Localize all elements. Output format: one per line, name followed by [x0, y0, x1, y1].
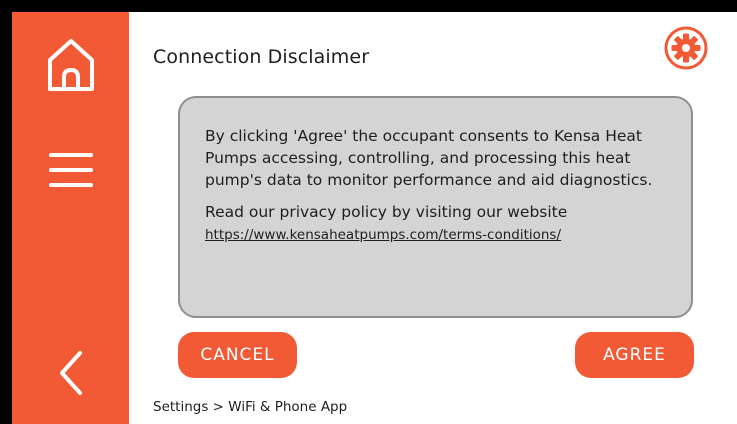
agree-button[interactable]: AGREE [575, 332, 694, 378]
gear-icon [664, 26, 708, 70]
menu-button[interactable] [12, 140, 129, 200]
screen: Connection Disclaimer By clicking 'Agree… [12, 12, 737, 424]
cancel-button[interactable]: CANCEL [178, 332, 297, 378]
menu-icon [48, 153, 93, 187]
back-button[interactable] [12, 342, 129, 404]
sidebar [12, 12, 129, 424]
back-icon [59, 351, 82, 395]
terms-link[interactable]: https://www.kensaheatpumps.com/terms-con… [205, 225, 669, 245]
disclaimer-panel: By clicking 'Agree' the occupant consent… [178, 96, 693, 318]
disclaimer-text: By clicking 'Agree' the occupant consent… [205, 127, 653, 189]
privacy-text: Read our privacy policy by visiting our … [205, 203, 568, 221]
settings-button[interactable] [663, 25, 709, 71]
page-title: Connection Disclaimer [153, 46, 370, 68]
home-button[interactable] [12, 30, 129, 100]
breadcrumb: Settings > WiFi & Phone App [153, 399, 348, 415]
home-icon [47, 39, 94, 91]
